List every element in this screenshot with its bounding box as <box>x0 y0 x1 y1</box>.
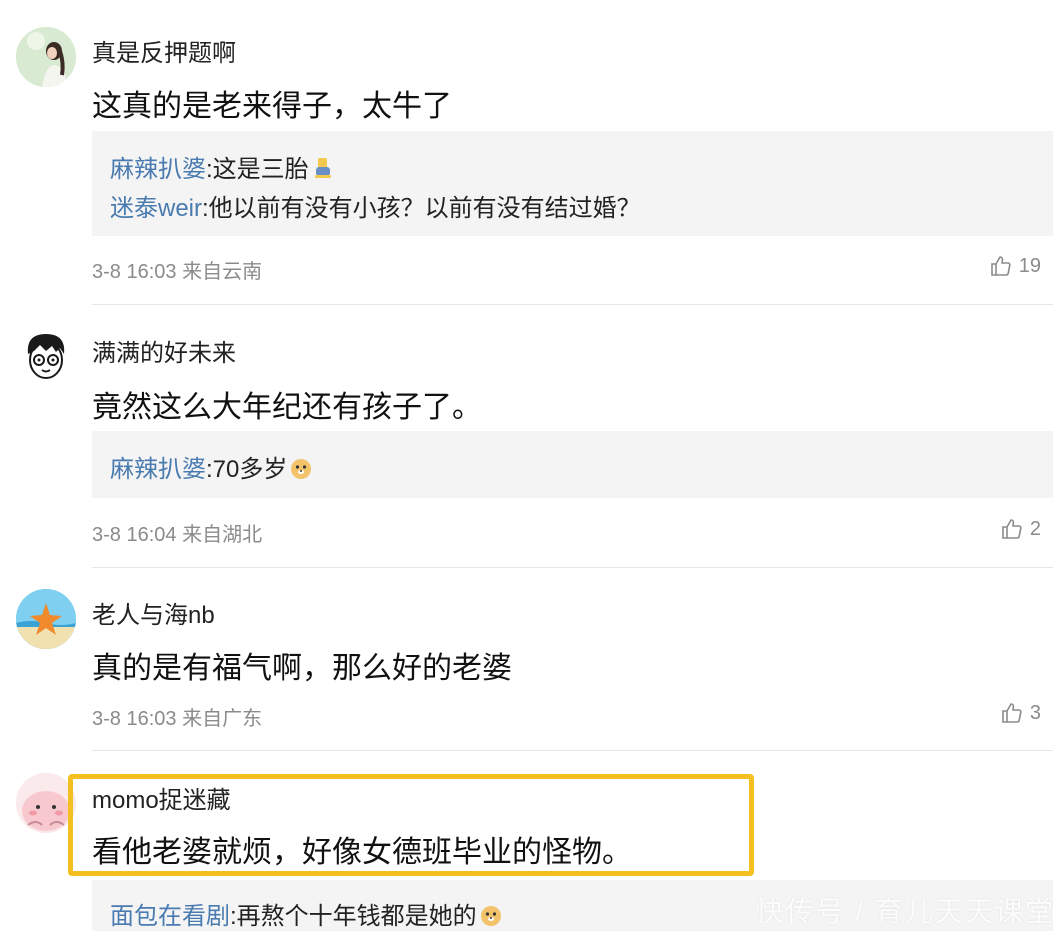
doge-emoji <box>291 459 312 479</box>
reply-box: 麻辣扒婆:这是三胎 迷泰weir:他以前有没有小孩？以前有没有结过婚？ <box>92 131 1053 236</box>
like-count: 19 <box>1018 254 1041 277</box>
reply-username[interactable]: 迷泰weir <box>110 195 202 222</box>
comment-username[interactable]: 老人与海nb <box>92 595 215 630</box>
avatar[interactable] <box>16 27 76 87</box>
watermark: 快传号 / 育儿天天课堂 <box>755 896 1055 927</box>
comment-username[interactable]: 满满的好未来 <box>92 333 236 368</box>
comment-text: 这真的是老来得子，太牛了 <box>92 90 452 123</box>
doge-emoji <box>480 906 501 926</box>
reply-text: :这是三胎 <box>206 156 309 183</box>
like-count: 3 <box>1029 701 1041 724</box>
like-count: 2 <box>1029 517 1041 540</box>
divider <box>92 304 1053 305</box>
reply-username[interactable]: 麻辣扒婆 <box>110 156 206 183</box>
reply-item: 面包在看剧:再熬个十年钱都是她的 <box>110 896 503 931</box>
comment-text: 竟然这么大年纪还有孩子了。 <box>92 391 482 424</box>
comment-timestamp: 3-8 16:04 来自湖北 <box>92 524 263 546</box>
like-button[interactable]: 2 <box>1000 517 1041 541</box>
reply-username[interactable]: 面包在看剧 <box>110 903 230 930</box>
like-button[interactable]: 19 <box>989 254 1041 278</box>
avatar[interactable] <box>16 326 76 386</box>
thumbs-up-icon <box>990 256 1011 276</box>
divider <box>92 750 1053 751</box>
comment-timestamp: 3-8 16:03 来自云南 <box>92 261 263 283</box>
reply-text: :再熬个十年钱都是她的 <box>230 903 477 930</box>
thumbs-down-emoji <box>314 158 331 178</box>
comment-username[interactable]: 真是反押题啊 <box>92 33 236 68</box>
comment-timestamp: 3-8 16:03 来自广东 <box>92 708 263 730</box>
comment-item: 真是反押题啊 这真的是老来得子，太牛了 麻辣扒婆:这是三胎 迷泰weir:他以前… <box>0 0 1063 305</box>
reply-item: 麻辣扒婆:70多岁 <box>110 449 313 484</box>
like-button[interactable]: 3 <box>1000 701 1041 725</box>
comment-text: 真的是有福气啊，那么好的老婆 <box>92 652 512 685</box>
reply-username[interactable]: 麻辣扒婆 <box>110 456 206 483</box>
reply-text: :70多岁 <box>206 456 288 483</box>
reply-item: 麻辣扒婆:这是三胎 <box>110 149 335 184</box>
reply-box: 麻辣扒婆:70多岁 <box>92 431 1053 498</box>
reply-text: :他以前有没有小孩？以前有没有结过婚？ <box>202 195 641 222</box>
highlight-box <box>68 774 754 876</box>
avatar[interactable] <box>16 589 76 649</box>
thumbs-up-icon <box>1002 519 1022 539</box>
reply-item: 迷泰weir:他以前有没有小孩？以前有没有结过婚？ <box>110 188 641 223</box>
divider <box>92 567 1053 568</box>
thumbs-up-icon <box>1002 703 1022 723</box>
avatar[interactable] <box>16 773 76 833</box>
